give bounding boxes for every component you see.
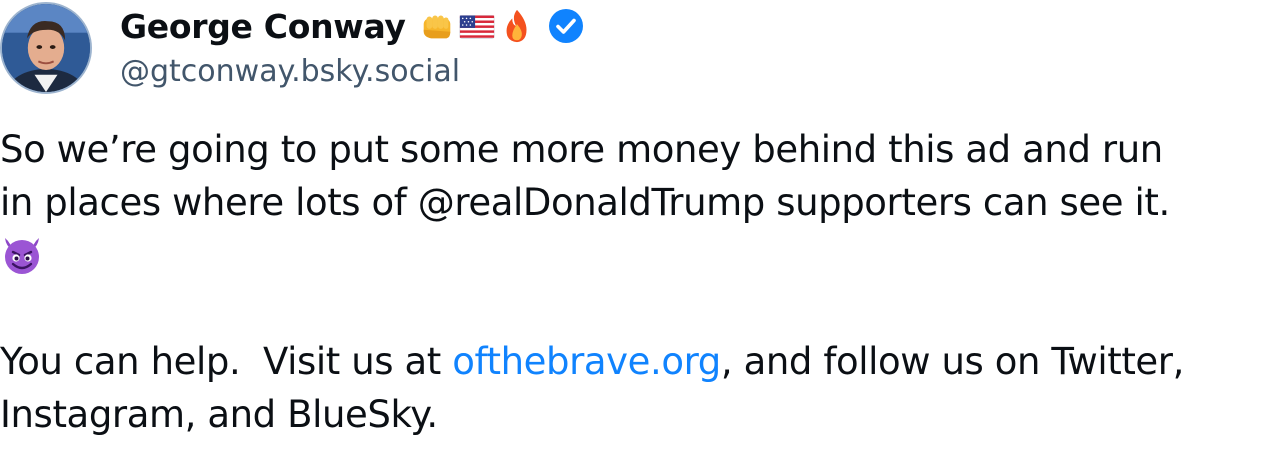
us-flag-emoji — [458, 7, 496, 45]
handle[interactable]: @gtconway.bsky.social — [120, 54, 460, 89]
post-text-suffix: , and follow us on Twitter, — [720, 340, 1184, 383]
post-text-line-2: in places where lots of @realDonaldTrump… — [0, 181, 1170, 224]
name-row: George Conway — [120, 4, 584, 48]
post-text-line-1: So we’re going to put some more money be… — [0, 128, 1163, 171]
smiling-devil-emoji — [0, 232, 44, 276]
post-text-line-5: Instagram, and BlueSky. — [0, 393, 438, 436]
avatar[interactable] — [0, 2, 92, 94]
post-text-prefix: You can help. Visit us at — [0, 340, 453, 383]
post: George Conway @gtconway.bsky.social So w… — [0, 0, 1262, 455]
fist-emoji — [418, 7, 456, 45]
post-body: So we’re going to put some more money be… — [0, 123, 1262, 441]
fire-emoji — [498, 7, 536, 45]
post-text-line-4: You can help. Visit us at ofthebrave.org… — [0, 335, 1262, 388]
post-text-line-3 — [0, 229, 1262, 282]
post-header: George Conway @gtconway.bsky.social — [0, 0, 1262, 100]
verified-badge-icon[interactable] — [548, 8, 584, 44]
website-link[interactable]: ofthebrave.org — [452, 340, 721, 383]
name-emojis — [418, 7, 536, 45]
display-name[interactable]: George Conway — [120, 7, 406, 46]
